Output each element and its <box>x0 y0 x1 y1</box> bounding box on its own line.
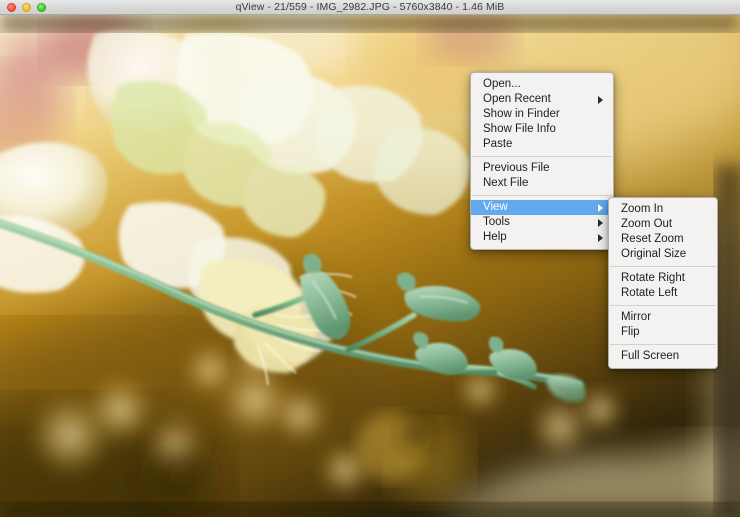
menu-separator <box>610 344 716 345</box>
qview-window: qView - 21/559 - IMG_2982.JPG - 5760x384… <box>0 0 740 517</box>
menu-item-label: Show in Finder <box>483 107 603 122</box>
menu-item-label: Paste <box>483 137 603 152</box>
menu-item-next-file[interactable]: Next File <box>471 176 613 191</box>
main-context-menu[interactable]: Open...Open RecentShow in FinderShow Fil… <box>470 72 614 250</box>
menu-separator <box>472 156 612 157</box>
menu-item-reset-zoom[interactable]: Reset Zoom <box>609 232 717 247</box>
menu-item-label: Flip <box>621 325 707 340</box>
menu-item-label: Zoom In <box>621 202 707 217</box>
menu-item-flip[interactable]: Flip <box>609 325 717 340</box>
submenu-arrow-icon <box>598 204 603 212</box>
menu-item-label: Mirror <box>621 310 707 325</box>
menu-item-help[interactable]: Help <box>471 230 613 245</box>
menu-item-rotate-left[interactable]: Rotate Left <box>609 286 717 301</box>
view-submenu[interactable]: Zoom InZoom OutReset ZoomOriginal Size Ro… <box>608 197 718 369</box>
menu-item-label: Help <box>483 230 590 245</box>
menu-item-tools[interactable]: Tools <box>471 215 613 230</box>
menu-item-label: Original Size <box>621 247 707 262</box>
menu-item-previous-file[interactable]: Previous File <box>471 161 613 176</box>
menu-item-view[interactable]: View <box>471 200 613 215</box>
menu-separator <box>610 305 716 306</box>
menu-item-label: View <box>483 200 590 215</box>
submenu-arrow-icon <box>598 96 603 104</box>
menu-item-show-in-finder[interactable]: Show in Finder <box>471 107 613 122</box>
menu-item-label: Previous File <box>483 161 603 176</box>
menu-item-zoom-in[interactable]: Zoom In <box>609 202 717 217</box>
menu-separator <box>610 266 716 267</box>
menu-item-full-screen[interactable]: Full Screen <box>609 349 717 364</box>
menu-item-label: Zoom Out <box>621 217 707 232</box>
menu-item-open[interactable]: Open... <box>471 77 613 92</box>
menu-item-label: Next File <box>483 176 603 191</box>
menu-item-label: Open... <box>483 77 603 92</box>
menu-separator <box>472 195 612 196</box>
menu-item-label: Rotate Right <box>621 271 707 286</box>
window-title: qView - 21/559 - IMG_2982.JPG - 5760x384… <box>0 0 740 15</box>
menu-item-zoom-out[interactable]: Zoom Out <box>609 217 717 232</box>
menu-item-label: Reset Zoom <box>621 232 707 247</box>
menu-item-original-size[interactable]: Original Size <box>609 247 717 262</box>
menu-item-label: Open Recent <box>483 92 590 107</box>
submenu-arrow-icon <box>598 234 603 242</box>
menu-item-label: Full Screen <box>621 349 707 364</box>
menu-item-label: Rotate Left <box>621 286 707 301</box>
menu-item-label: Show File Info <box>483 122 603 137</box>
menu-item-paste[interactable]: Paste <box>471 137 613 152</box>
menu-item-rotate-right[interactable]: Rotate Right <box>609 271 717 286</box>
menu-item-show-file-info[interactable]: Show File Info <box>471 122 613 137</box>
window-titlebar[interactable]: qView - 21/559 - IMG_2982.JPG - 5760x384… <box>0 0 740 15</box>
menu-item-open-recent[interactable]: Open Recent <box>471 92 613 107</box>
submenu-arrow-icon <box>598 219 603 227</box>
menu-item-label: Tools <box>483 215 590 230</box>
menu-item-mirror[interactable]: Mirror <box>609 310 717 325</box>
